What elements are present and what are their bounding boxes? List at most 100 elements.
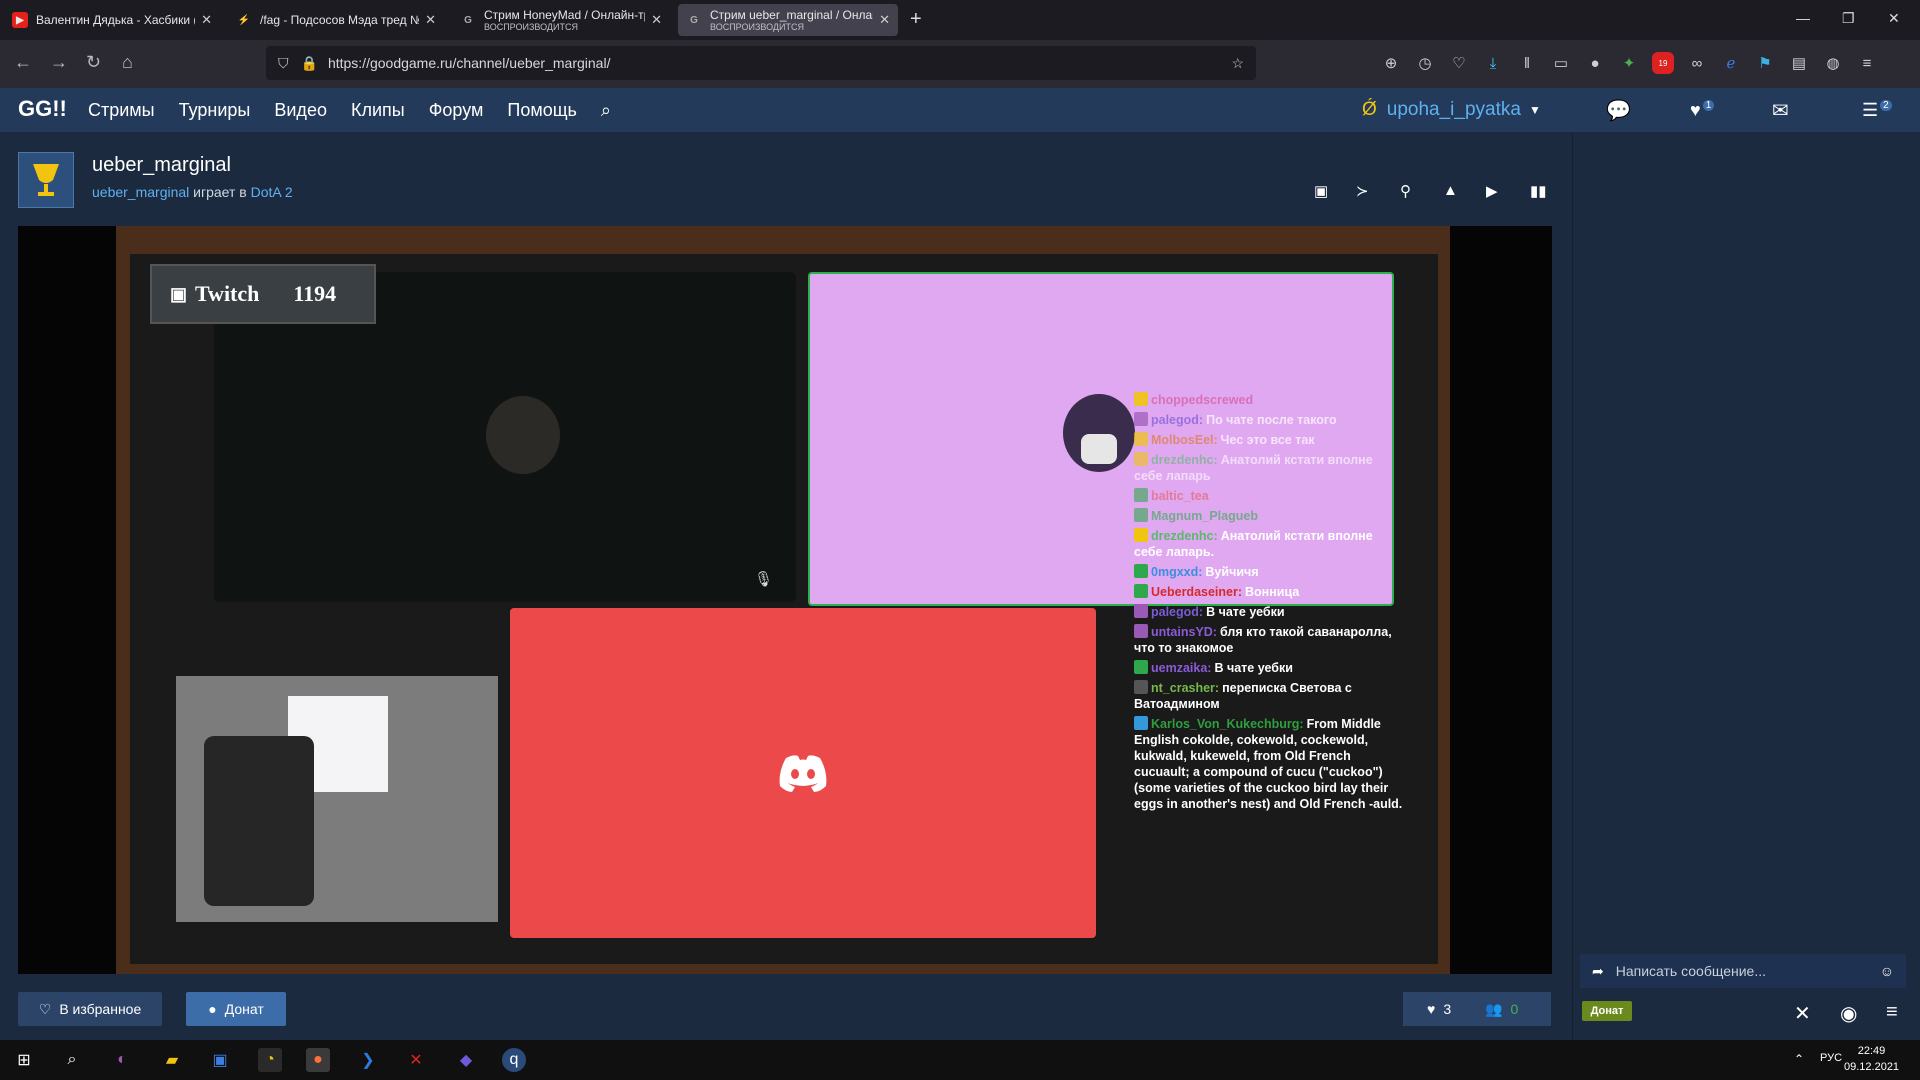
chat-input[interactable]: ➦ Написать сообщение... ☺ bbox=[1580, 954, 1906, 988]
extension-e-icon[interactable]: ℯ bbox=[1720, 52, 1742, 74]
window-close-icon[interactable]: ✕ bbox=[1888, 10, 1900, 27]
powershell-icon[interactable]: ❯ bbox=[356, 1048, 380, 1072]
language-indicator[interactable]: РУС bbox=[1820, 1052, 1842, 1064]
chat-message: Magnum_Plagueb bbox=[1134, 508, 1404, 524]
url-bar[interactable]: ⛉ 🔒 https://goodgame.ru/channel/ueber_ma… bbox=[266, 46, 1256, 80]
chat-bubble-icon[interactable]: 💬 bbox=[1606, 98, 1631, 123]
reload-icon[interactable]: ↻ bbox=[86, 52, 101, 73]
user-menu[interactable]: Ǿ upoha_i_pyatka ▼ bbox=[1362, 88, 1541, 132]
play-icon[interactable]: ▶ bbox=[1486, 182, 1498, 200]
discord-tile bbox=[510, 608, 1096, 938]
pocket-save-icon[interactable]: ♡ bbox=[1448, 52, 1470, 74]
tab-subtitle: ВОСПРОИЗВОДИТСЯ bbox=[484, 22, 578, 32]
youtube-icon: ▶ bbox=[12, 12, 28, 28]
video-player[interactable]: 🎙 ▣ Twitch 1194 choppedscrewed palegod: П… bbox=[18, 226, 1552, 974]
toolbar-icons: ⊕ ◷ ♡ ⤓ ‖ ▭ ● ✦ 19 ∞ ℯ ⚑ ▤ ◍ ≡ bbox=[1380, 52, 1878, 74]
twitch-icon: ▣ bbox=[170, 283, 188, 304]
browser-tab[interactable]: G Стрим HoneyMad / Онлайн-тр ВОСПРОИЗВОД… bbox=[452, 4, 670, 36]
app-clock-icon[interactable]: ◔ bbox=[258, 1048, 282, 1072]
office-chair bbox=[204, 736, 314, 906]
browser-tab[interactable]: ▶ Валентин Дядька - Хасбики (С ✕ bbox=[4, 4, 220, 36]
viewers-count: 0 bbox=[1510, 1001, 1519, 1017]
site-logo[interactable]: GG!! bbox=[18, 96, 67, 122]
channel-avatar[interactable] bbox=[18, 152, 74, 208]
user-icon[interactable]: ⚲ bbox=[1400, 182, 1411, 200]
browser-tab[interactable]: ⚡ /fag - Подсосов Мэда тред №6 ✕ bbox=[228, 4, 444, 36]
discord-icon bbox=[779, 755, 827, 792]
share-icon[interactable]: ≻ bbox=[1356, 182, 1369, 200]
windows-start-icon[interactable]: ⊞ bbox=[12, 1048, 36, 1072]
restore-icon[interactable]: ❐ bbox=[1842, 10, 1855, 27]
contacts-icon[interactable]: ☰ 2 bbox=[1862, 99, 1892, 121]
chat-donate-button[interactable]: Донат bbox=[1582, 1001, 1632, 1021]
donate-button[interactable]: ● Донат bbox=[186, 992, 286, 1026]
emoji-icon[interactable]: ☺ bbox=[1880, 963, 1894, 979]
layout-icon[interactable]: ▮▮ bbox=[1530, 182, 1547, 200]
menu-item-help[interactable]: Помощь bbox=[507, 100, 577, 121]
ublock-icon[interactable]: 19 bbox=[1652, 52, 1674, 74]
menu-item-clips[interactable]: Клипы bbox=[351, 100, 405, 121]
minimize-icon[interactable]: — bbox=[1796, 10, 1810, 26]
profile-icon[interactable]: ◉ bbox=[1840, 1001, 1857, 1026]
report-icon[interactable]: ▲ bbox=[1443, 182, 1458, 199]
close-icon[interactable]: ✕ bbox=[1794, 1001, 1811, 1026]
menu-item-tournaments[interactable]: Турниры bbox=[179, 100, 251, 121]
system-clock[interactable]: 22:49 09.12.2021 bbox=[1844, 1043, 1899, 1075]
chat-message: baltic_tea bbox=[1134, 488, 1404, 504]
mail-icon[interactable]: ✉ bbox=[1772, 98, 1789, 123]
library-icon[interactable]: ‖ bbox=[1516, 52, 1538, 74]
extension-puzzle-icon[interactable]: ✦ bbox=[1618, 52, 1640, 74]
twitch-label: Twitch bbox=[195, 281, 260, 306]
obsidian-icon[interactable]: ◆ bbox=[454, 1048, 478, 1072]
extension-l-icon[interactable]: ● bbox=[1584, 52, 1606, 74]
cube-icon[interactable]: ▣ bbox=[1314, 182, 1328, 200]
tray-chevron-up-icon[interactable]: ⌃ bbox=[1794, 1052, 1804, 1066]
clock-time: 22:49 bbox=[1857, 1045, 1886, 1057]
chevron-down-icon[interactable]: ▼ bbox=[1529, 103, 1541, 117]
tor-browser-icon[interactable]: ◐ bbox=[110, 1048, 134, 1072]
close-icon[interactable]: ✕ bbox=[879, 12, 890, 28]
donate-icon: ● bbox=[208, 1001, 217, 1017]
file-explorer-icon[interactable]: ▰ bbox=[160, 1048, 184, 1072]
extension-oo-icon[interactable]: ∞ bbox=[1686, 52, 1708, 74]
streamer-link[interactable]: ueber_marginal bbox=[92, 184, 189, 200]
game-link[interactable]: DotA 2 bbox=[251, 184, 293, 200]
reader-icon[interactable]: ▤ bbox=[1788, 52, 1810, 74]
shield-icon: ⛉ bbox=[278, 54, 289, 71]
close-icon[interactable]: ✕ bbox=[201, 12, 212, 28]
download-icon[interactable]: ⤓ bbox=[1482, 52, 1504, 74]
browser-tab-active[interactable]: G Стрим ueber_marginal / Онлай ВОСПРОИЗВ… bbox=[678, 4, 898, 36]
friends-icon[interactable]: ♥ 1 bbox=[1690, 99, 1715, 121]
viewers-icon: 👥 bbox=[1485, 1000, 1503, 1017]
menu-item-forum[interactable]: Форум bbox=[429, 100, 484, 121]
back-icon[interactable]: ← bbox=[14, 52, 32, 73]
history-icon[interactable]: ◷ bbox=[1414, 52, 1436, 74]
playing-label: играет в bbox=[189, 184, 251, 200]
sidebar-icon[interactable]: ▭ bbox=[1550, 52, 1572, 74]
search-icon[interactable]: ⌕ bbox=[60, 1048, 84, 1072]
qbittorrent-icon[interactable]: q bbox=[502, 1048, 526, 1072]
menu-icon[interactable]: ≡ bbox=[1886, 1001, 1898, 1024]
chat-message: 0mgxxd: Вуйчичя bbox=[1134, 564, 1404, 580]
close-icon[interactable]: ✕ bbox=[651, 12, 662, 28]
chat-placeholder[interactable]: Написать сообщение... bbox=[1616, 963, 1766, 979]
close-icon[interactable]: ✕ bbox=[425, 12, 436, 28]
menu-icon[interactable]: ≡ bbox=[1856, 52, 1878, 74]
media-app-icon[interactable]: ✕ bbox=[404, 1048, 428, 1072]
search-icon[interactable]: ⌕ bbox=[601, 100, 611, 121]
pocket-icon[interactable]: ⊕ bbox=[1380, 52, 1402, 74]
username[interactable]: upoha_i_pyatka bbox=[1387, 99, 1521, 121]
menu-item-streams[interactable]: Стримы bbox=[88, 100, 155, 121]
home-icon[interactable]: ⌂ bbox=[122, 52, 133, 73]
new-tab-button[interactable]: + bbox=[910, 8, 922, 31]
firefox-icon[interactable]: ● bbox=[306, 1048, 330, 1072]
bookmark-star-icon[interactable]: ☆ bbox=[1231, 55, 1244, 72]
save-disk-icon[interactable]: ▣ bbox=[208, 1048, 232, 1072]
add-to-favorites-button[interactable]: ♡ В избранное bbox=[18, 992, 162, 1026]
forward-icon[interactable]: → bbox=[50, 52, 68, 73]
globe-icon[interactable]: ◍ bbox=[1822, 52, 1844, 74]
menu-item-video[interactable]: Видео bbox=[274, 100, 327, 121]
reply-icon[interactable]: ➦ bbox=[1592, 963, 1604, 980]
url-text[interactable]: https://goodgame.ru/channel/ueber_margin… bbox=[328, 55, 611, 71]
extension-flag-icon[interactable]: ⚑ bbox=[1754, 52, 1776, 74]
